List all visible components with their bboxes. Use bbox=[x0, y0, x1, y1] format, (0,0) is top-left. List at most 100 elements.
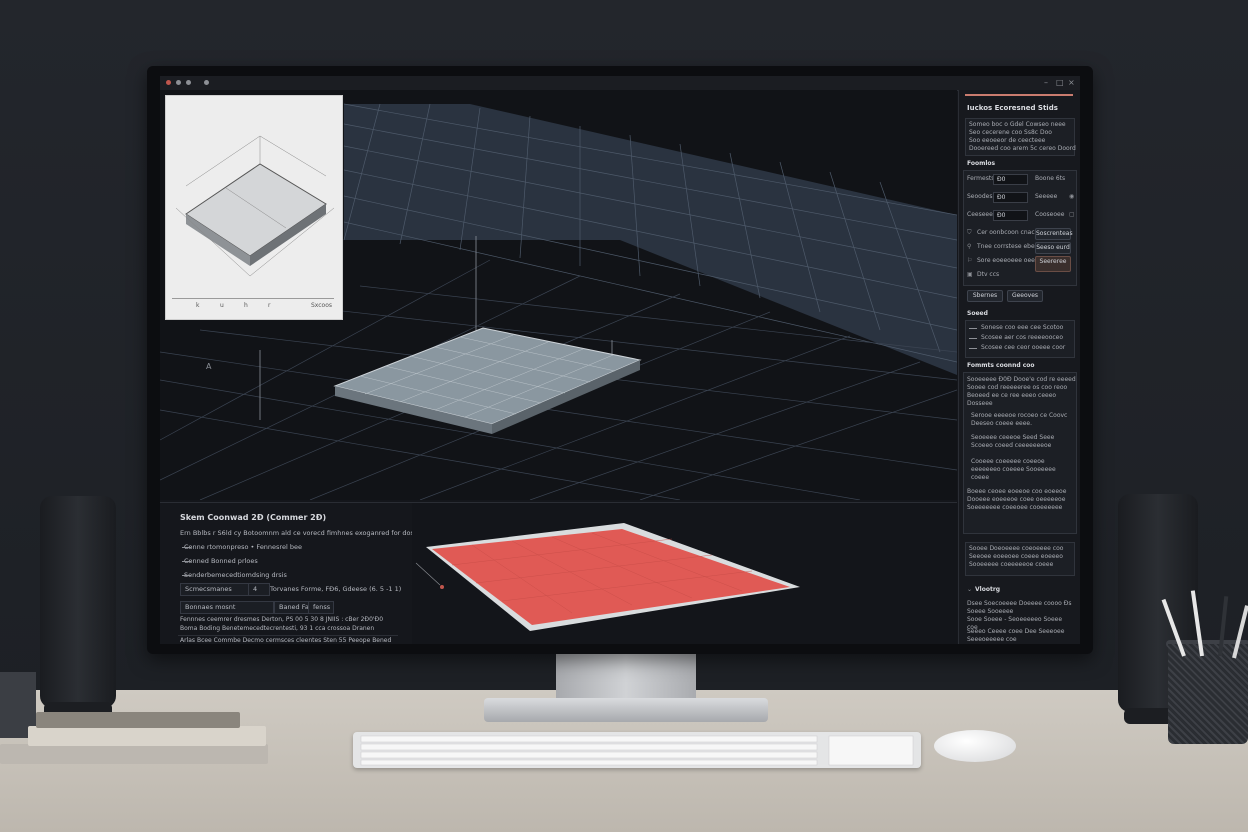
sidebar-action-button[interactable]: Geeoves bbox=[1007, 290, 1043, 302]
window-minimize-icon[interactable]: – bbox=[1044, 78, 1048, 87]
monitor-stand-neck bbox=[556, 654, 696, 700]
notes-line: Sooee cod reeeeeree os coo reoo bbox=[967, 384, 1068, 391]
window-close-icon[interactable]: × bbox=[1068, 78, 1075, 87]
row-text: Torvanes Forme, FÐ6, Gdeese (6. 5 -1 1) bbox=[270, 585, 402, 593]
minimize-icon[interactable] bbox=[176, 80, 181, 85]
inset-tick: k bbox=[196, 302, 200, 309]
book-upper bbox=[36, 712, 240, 728]
plan-slab-fill[interactable] bbox=[432, 529, 790, 625]
book-stack bbox=[0, 744, 268, 764]
panel-button[interactable]: fenss bbox=[308, 601, 334, 614]
inset-tick: u bbox=[220, 302, 224, 309]
field-label: Seoodes bbox=[967, 193, 993, 200]
flag-icon: ⚐ bbox=[967, 257, 973, 264]
panel-bullet: Conned Bonned prloes bbox=[182, 557, 258, 565]
box-icon: ▣ bbox=[967, 271, 973, 278]
inset-drawing bbox=[175, 135, 335, 277]
lock-icon[interactable]: ▢ bbox=[1069, 211, 1075, 218]
legend-item: Scosee cee ceor ooeee coor bbox=[981, 344, 1066, 351]
panel-bullet: Conne rtomonpreso • Fennesrel bee bbox=[182, 543, 302, 551]
intro-line: Seo cecerene coo Ss8c Doo bbox=[969, 129, 1052, 136]
reference-plane bbox=[344, 104, 957, 375]
section-heading: Fommts coonnd coo bbox=[967, 362, 1035, 369]
note-line: Seeoee eoeeoee coeee eoeeeo bbox=[969, 553, 1063, 560]
axis-label: A bbox=[206, 362, 212, 371]
note-line: Sooee Doeoeeee coeoeeee coo bbox=[969, 545, 1064, 552]
field-input[interactable]: Ð0 bbox=[993, 192, 1028, 203]
keyboard-keys bbox=[360, 735, 914, 766]
panel-title: Skem Coonwad 2Ð (Commer 2Ð) bbox=[180, 513, 327, 522]
monitor-stand-base bbox=[484, 698, 768, 722]
option-tag[interactable]: Seeso eurd bbox=[1035, 242, 1071, 254]
option-label[interactable]: Dtv ccs bbox=[977, 271, 999, 279]
notes-bullet: Seoeeee ceeeoe Seed Seee Scoeeo coeed ce… bbox=[971, 434, 1055, 449]
close-icon[interactable] bbox=[166, 80, 171, 85]
plan-view-drawing bbox=[415, 523, 800, 631]
notes-bullet: Serooe eeeeoe rocoeo ce Coovc Deeseo coe… bbox=[971, 412, 1068, 427]
notes-line: Dosseee bbox=[967, 400, 993, 407]
legend-line bbox=[969, 338, 977, 339]
panel-info-line: Boma Boding Benetemecedtecrentesti, 93 1… bbox=[180, 625, 375, 632]
divider bbox=[178, 635, 398, 636]
intro-line: Someo boc o Gdel Cowseo neee bbox=[969, 121, 1066, 128]
search-icon: ⚲ bbox=[967, 243, 972, 250]
option-tag[interactable]: Soscrenteas bbox=[1035, 228, 1073, 240]
panel-info-line: Fennnes ceemrer dresmes Derton, PS 00 5 … bbox=[180, 616, 384, 623]
intro-line: Soo eeoeeor de ceecteee bbox=[969, 137, 1046, 144]
option-label[interactable]: Cer oonbcoon cnac bbox=[977, 229, 1035, 237]
option-label[interactable]: Sore eoeeoeee oeee bbox=[977, 257, 1039, 265]
menu-icon[interactable] bbox=[204, 80, 209, 85]
field-input[interactable]: Ð0 bbox=[993, 174, 1028, 185]
legend-line bbox=[969, 348, 977, 349]
panel-footer: Arlas Bcee Commbe Decmo cermsces cleente… bbox=[180, 637, 392, 644]
section-heading[interactable]: Vlootrg bbox=[975, 586, 1000, 593]
inset-scale-label: Sxcoos bbox=[310, 302, 332, 309]
notes-line: Soeeeeeee coeeoee cooeeeeee bbox=[967, 504, 1063, 511]
window-maximize-icon[interactable]: □ bbox=[1056, 78, 1064, 87]
field-right-label: Boone 6ts bbox=[1035, 175, 1066, 182]
inset-scale-axis bbox=[172, 298, 334, 299]
sidebar-title: Iuckos Ecoresned Stids bbox=[967, 104, 1058, 112]
field-right-label: Cooseoee bbox=[1035, 211, 1065, 218]
inset-tick: r bbox=[268, 302, 271, 309]
footer-item: Seeeo Ceeee coee Dee Seeeoee Seeeoeeeee … bbox=[967, 628, 1065, 643]
notes-line: Sooeeeee Ð0Ð Dooe'e cod re eeeed bbox=[967, 376, 1076, 383]
panel-bullet: Senderbemecedtiomdsing drsis bbox=[182, 571, 287, 579]
option-tag-highlighted[interactable]: Seereree bbox=[1035, 256, 1071, 272]
option-label[interactable]: Tnee corrstese ebe bbox=[977, 243, 1035, 251]
row-label-field[interactable]: Scmecsmanes bbox=[180, 583, 250, 596]
floor-slab-top[interactable] bbox=[333, 327, 642, 425]
eye-icon[interactable]: ◉ bbox=[1069, 193, 1074, 200]
section-heading: Soeed bbox=[967, 310, 988, 317]
panel-button[interactable]: Bonnaes mosnt bbox=[180, 601, 274, 614]
row-value-field[interactable]: 4 bbox=[248, 583, 270, 596]
book-top bbox=[28, 726, 266, 746]
field-label: Fermests bbox=[967, 175, 995, 182]
field-input[interactable]: Ð0 bbox=[993, 210, 1028, 221]
intro-box: Someo boc o Gdel Cowseo neee Seo ceceren… bbox=[965, 118, 1076, 156]
pencil-cup bbox=[1168, 644, 1248, 744]
notes-line: Boeee ceoee eoeeoe coo eoeeoe bbox=[967, 488, 1067, 495]
right-sidebar: Iuckos Ecoresned Stids Someo boc o Gdel … bbox=[958, 90, 1080, 644]
legend-item: Sonese coo eee cee Scotoo bbox=[981, 324, 1064, 331]
sidebar-action-button[interactable]: Sbernes bbox=[967, 290, 1003, 302]
plan-view[interactable] bbox=[412, 503, 957, 644]
notes-bullet: Cooeee coeeeee coeeoe eeeeeeeo coeeee So… bbox=[971, 458, 1056, 481]
sidebar-accent-bar bbox=[965, 94, 1073, 96]
panel-button[interactable]: Baned Fae bbox=[274, 601, 313, 614]
monitor: – □ × A k u h r Sxcoos Skem Coonwad 2Ð (… bbox=[147, 66, 1093, 654]
footer-item: Dsee Soecoeeee Doeeee coooo Ðs Soeee Soo… bbox=[967, 600, 1072, 615]
3d-viewport[interactable]: A k u h r Sxcoos bbox=[160, 90, 957, 500]
window-titlebar: – □ × bbox=[160, 76, 1080, 91]
notes-line: Beoeed ee ce ree eeeo ceeeo bbox=[967, 392, 1057, 399]
shield-icon: ⛉ bbox=[967, 229, 972, 236]
intro-line: Dooereed coo arem 5c cereo Doord bbox=[969, 145, 1076, 152]
field-right-label: Seeeee bbox=[1035, 193, 1058, 200]
legend-item: Scosee aer cos reeeeooceo bbox=[981, 334, 1064, 341]
maximize-icon[interactable] bbox=[186, 80, 191, 85]
note-line: Sooeeeee coeeeeeoe coeee bbox=[969, 561, 1054, 568]
inset-tick: h bbox=[244, 302, 248, 309]
inset-preview[interactable]: k u h r Sxcoos bbox=[165, 95, 343, 320]
chevron-down-icon[interactable]: ⌄ bbox=[967, 586, 972, 593]
screen: – □ × A k u h r Sxcoos Skem Coonwad 2Ð (… bbox=[160, 76, 1080, 644]
